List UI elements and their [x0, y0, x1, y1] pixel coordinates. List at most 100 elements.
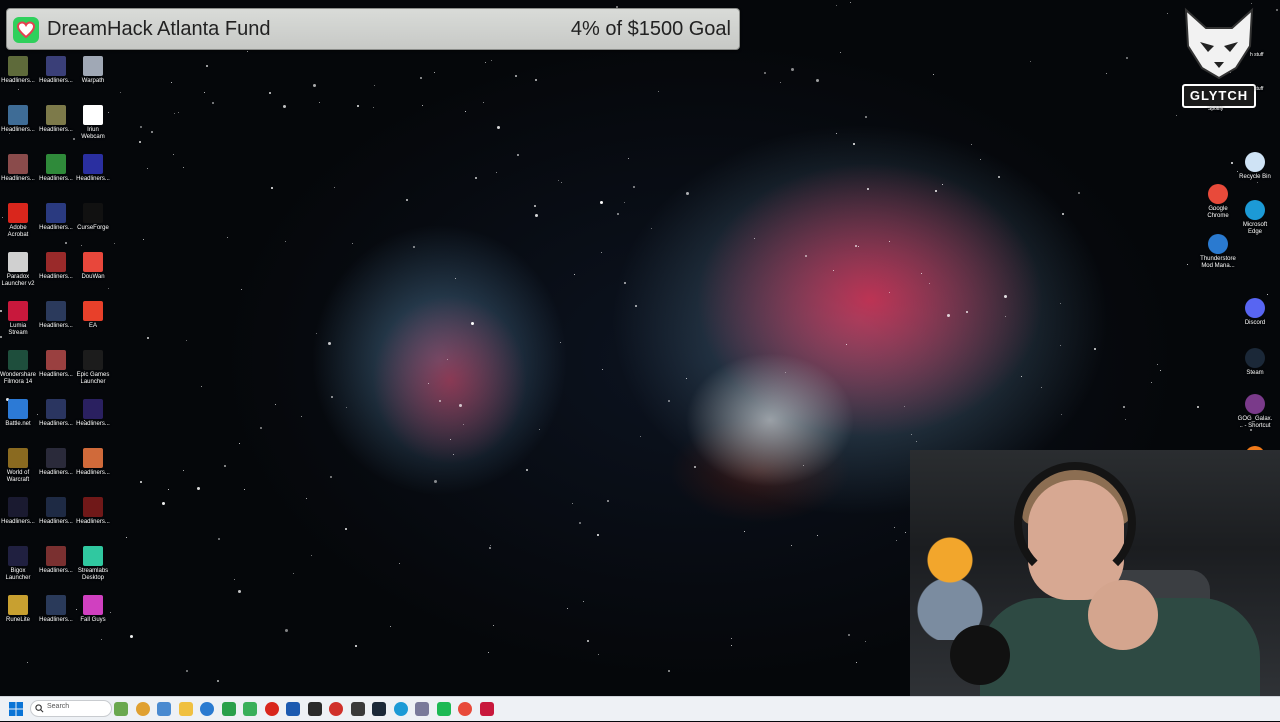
desktop-icon[interactable]: Microsoft Edge	[1237, 200, 1273, 236]
desktop-icon[interactable]: Headliners...	[38, 595, 74, 624]
app-icon	[46, 399, 66, 419]
desktop-icon[interactable]: Adobe Acrobat	[0, 203, 36, 239]
app-icon	[8, 546, 28, 566]
star	[311, 555, 312, 556]
desktop-icon[interactable]: Fall Guys	[75, 595, 111, 624]
desktop-icon[interactable]: Headliners...	[0, 105, 36, 134]
desktop-icon[interactable]: Headliners...	[38, 252, 74, 281]
app-icon	[46, 252, 66, 272]
app-icon	[83, 154, 103, 174]
desktop-icon[interactable]: Headliners...	[38, 497, 74, 526]
star	[234, 579, 235, 580]
star	[833, 270, 834, 271]
desktop-icon[interactable]: Paradox Launcher v2	[0, 252, 36, 288]
desktop-icon-label: EA	[88, 323, 97, 329]
star	[574, 274, 575, 275]
app-icon	[8, 399, 28, 419]
person-hand	[1088, 580, 1158, 650]
desktop-icon[interactable]: Discord	[1237, 298, 1273, 327]
desktop-icon[interactable]: Headliners...	[0, 56, 36, 85]
app-green-icon[interactable]	[221, 702, 236, 716]
desktop-icon-label: Headliners...	[1, 127, 35, 133]
start-button[interactable]	[8, 701, 24, 717]
star	[916, 441, 917, 442]
desktop-icon[interactable]: CurseForge	[75, 203, 111, 232]
star	[183, 470, 184, 471]
desktop-icon[interactable]: Headliners...	[75, 497, 111, 526]
steam-icon[interactable]	[372, 702, 386, 716]
desktop-icon[interactable]: Headliners...	[38, 350, 74, 379]
desktop-icon[interactable]: Headliners...	[38, 546, 74, 575]
star	[471, 322, 474, 325]
desktop-icon-label: Headliners...	[76, 176, 110, 182]
acrobat-icon[interactable]	[264, 702, 279, 716]
desktop-icon[interactable]: RuneLite	[0, 595, 36, 624]
donation-goal-bar: DreamHack Atlanta Fund 4% of $1500 Goal	[6, 8, 740, 50]
app-green2-icon[interactable]	[243, 702, 257, 716]
desktop-icon[interactable]: Streamlabs Desktop	[75, 546, 111, 582]
app-icon	[83, 399, 103, 419]
star	[526, 469, 528, 471]
desktop-icon-label: Warpath	[81, 78, 105, 84]
desktop-icon-label: CurseForge	[77, 225, 109, 231]
desktop-icon[interactable]: DouWan	[75, 252, 111, 281]
star	[561, 182, 562, 183]
desktop-icon[interactable]: Headliners...	[75, 399, 111, 428]
star	[894, 527, 895, 528]
obs-icon[interactable]	[307, 702, 322, 716]
taskbar-search[interactable]: Search	[30, 700, 112, 717]
desktop-icon[interactable]: Wondershare Filmora 14	[0, 350, 36, 386]
desktop-icon[interactable]: Thunderstore Mod Mana...	[1200, 234, 1236, 270]
desktop-icon[interactable]: Headliners...	[75, 154, 111, 183]
lumia-icon[interactable]	[479, 702, 494, 716]
desktop-icon[interactable]: World of Warcraft	[0, 448, 36, 484]
app-dark-icon[interactable]	[350, 702, 365, 716]
star	[1060, 303, 1061, 304]
star	[151, 131, 153, 133]
desktop-icon[interactable]: Lumia Stream	[0, 301, 36, 337]
desktop-icon[interactable]: Headliners...	[38, 203, 74, 232]
star	[319, 102, 320, 103]
desktop-icon[interactable]: Recycle Bin	[1237, 152, 1273, 181]
desktop-icon[interactable]: Warpath	[75, 56, 111, 85]
app-icon	[8, 56, 28, 76]
desktop-icon[interactable]: Headliners...	[75, 448, 111, 477]
star	[889, 292, 890, 293]
app-icon	[8, 203, 28, 223]
chrome-icon[interactable]	[458, 702, 472, 716]
desktop-icon[interactable]: Bigox Launcher	[0, 546, 36, 582]
desktop-icon[interactable]: Headliners...	[38, 301, 74, 330]
star	[1060, 345, 1061, 346]
desktop-icon[interactable]: Headliners...	[38, 154, 74, 183]
desktop-icon[interactable]: Steam	[1237, 348, 1273, 377]
star	[217, 680, 219, 682]
desktop-icon[interactable]: Google Chrome	[1200, 184, 1236, 220]
taskbar: Search	[0, 696, 1280, 721]
browser-icon[interactable]	[157, 702, 171, 716]
spotify-icon[interactable]	[436, 702, 451, 716]
star	[168, 489, 169, 490]
star	[846, 344, 847, 345]
desktop-icon[interactable]: Epic Games Launcher	[75, 350, 111, 386]
desktop-icon[interactable]: Headliners...	[38, 105, 74, 134]
desktop-icon[interactable]: Headliners...	[0, 497, 36, 526]
app-red-icon[interactable]	[329, 702, 343, 716]
desktop-icon[interactable]: Headliners...	[38, 399, 74, 428]
desktop-icon[interactable]: Headliners...	[0, 154, 36, 183]
file-explorer-icon[interactable]	[178, 702, 193, 716]
desktop-icon[interactable]: Battle.net	[0, 399, 36, 428]
star	[143, 239, 144, 240]
store-icon[interactable]	[200, 702, 214, 716]
star	[1123, 406, 1125, 408]
desktop-icon[interactable]: Headliners...	[38, 448, 74, 477]
desktop-icon[interactable]: GOG_Galax... - Shortcut	[1237, 394, 1273, 430]
app-blue-icon[interactable]	[286, 702, 300, 716]
widgets-icon[interactable]	[114, 702, 128, 716]
desktop-icon[interactable]: Headliners...	[38, 56, 74, 85]
copilot-icon[interactable]	[135, 702, 150, 716]
app-icon[interactable]	[415, 702, 429, 716]
edge-icon[interactable]	[393, 702, 408, 716]
star	[357, 105, 359, 107]
desktop-icon[interactable]: Iriun Webcam	[75, 105, 111, 141]
desktop-icon[interactable]: EA	[75, 301, 111, 330]
